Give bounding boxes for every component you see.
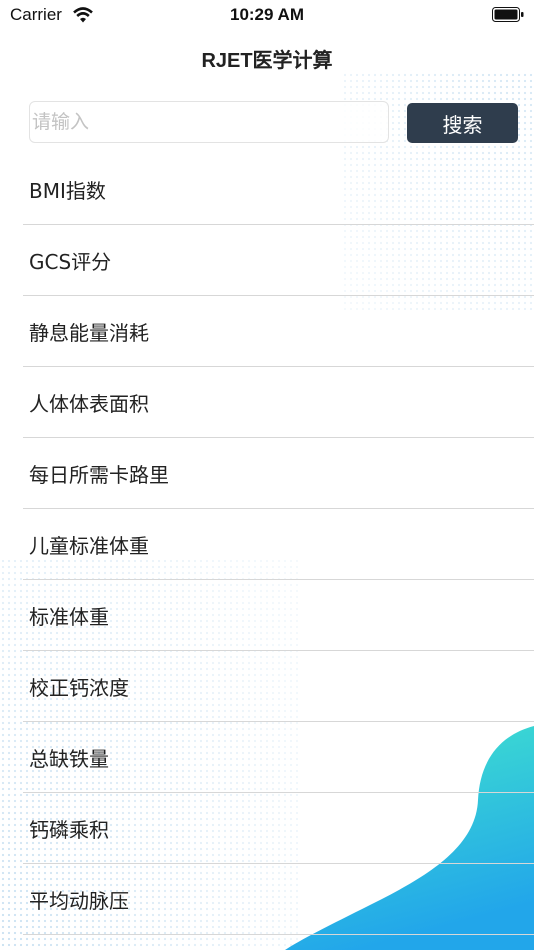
list-item-label: 校正钙浓度 [29,676,129,700]
list-item-bmi[interactable]: BMI指数 [0,154,534,225]
list-item-label: 儿童标准体重 [29,534,149,558]
list-item-label: 标准体重 [29,605,109,629]
list-item-resting-energy[interactable]: 静息能量消耗 [0,296,534,367]
list-item-label: 钙磷乘积 [29,818,109,842]
list-item-label: 总缺铁量 [29,747,109,771]
list-item-label: 人体体表面积 [29,392,149,416]
list-item-mean-arterial-pressure[interactable]: 平均动脉压 [0,864,534,935]
list-item-corrected-calcium[interactable]: 校正钙浓度 [0,651,534,722]
list-item-child-standard-weight[interactable]: 儿童标准体重 [0,509,534,580]
status-bar: Carrier 10:29 AM [0,0,534,30]
battery-icon [492,7,524,22]
list-item-label: 平均动脉压 [29,889,129,913]
list-item-daily-calories[interactable]: 每日所需卡路里 [0,438,534,509]
page-title: RJET医学计算 [201,50,333,72]
list-item-body-surface-area[interactable]: 人体体表面积 [0,367,534,438]
list-item-calcium-phosphate-product[interactable]: 钙磷乘积 [0,793,534,864]
search-button[interactable]: 搜索 [407,103,518,143]
list-item-label: GCS评分 [29,250,112,274]
calculator-list: BMI指数 GCS评分 静息能量消耗 人体体表面积 每日所需卡路里 儿童标准体重… [0,154,534,935]
list-item-label: 每日所需卡路里 [29,463,169,487]
list-item-gcs[interactable]: GCS评分 [0,225,534,296]
list-item-total-iron-deficit[interactable]: 总缺铁量 [0,722,534,793]
status-time: 10:29 AM [229,5,304,24]
search-input[interactable] [29,101,389,143]
list-item-label: 静息能量消耗 [29,321,149,345]
list-item-standard-weight[interactable]: 标准体重 [0,580,534,651]
list-item-label: BMI指数 [29,179,106,203]
